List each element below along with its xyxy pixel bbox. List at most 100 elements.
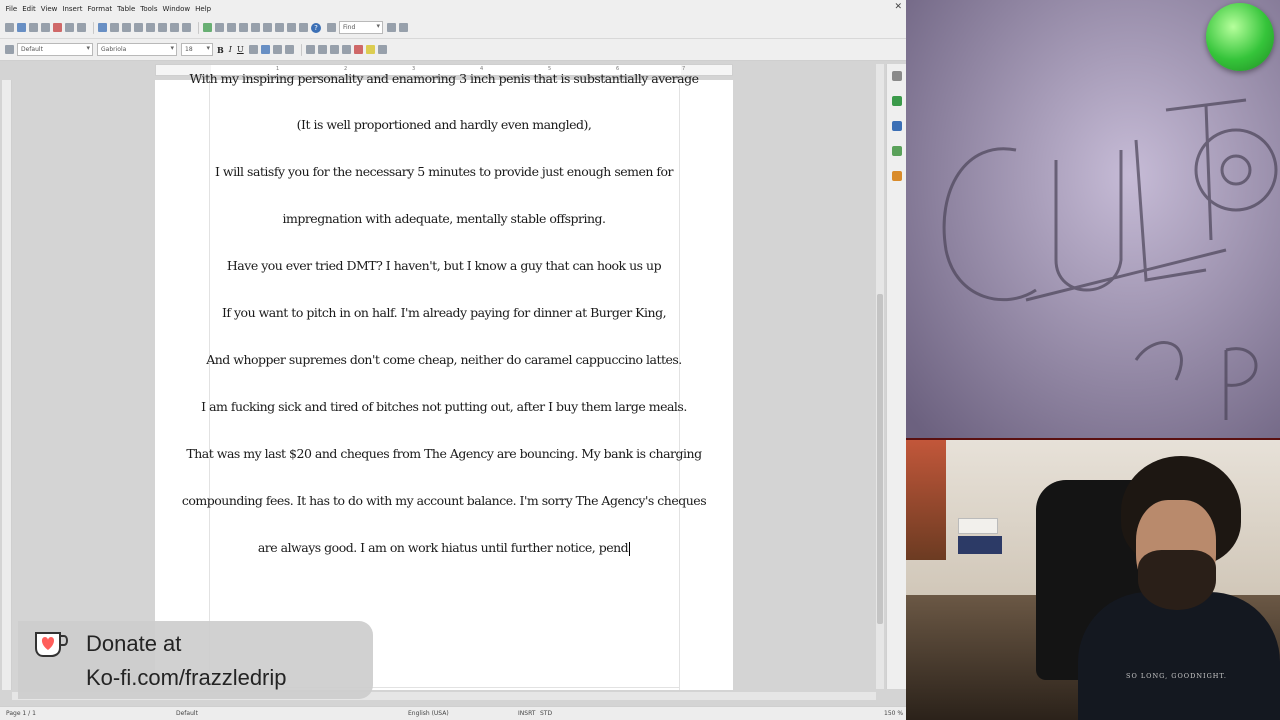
paragraph-style-select[interactable]: Default [17,43,93,56]
menu-format[interactable]: Format [85,5,115,13]
underline-button[interactable]: U [237,45,244,54]
language-indicator[interactable]: English (USA) [408,710,449,717]
blue-box [958,536,1002,554]
scrollbar-thumb[interactable] [877,294,883,624]
gallery-icon[interactable] [263,23,272,32]
font-name-select[interactable]: Gabriola [97,43,177,56]
artwork-camera-view [906,0,1280,438]
decrease-indent-icon[interactable] [329,45,339,54]
sidebar-menu-icon[interactable] [891,71,902,81]
autospell-icon[interactable] [110,23,119,32]
document-line: I will satisfy you for the necessary 5 m… [214,164,674,179]
email-icon[interactable] [41,23,50,32]
donation-overlay[interactable]: Donate at Ko-fi.com/frazzledrip [18,621,373,699]
selection-mode[interactable]: STD [540,710,552,717]
menu-insert[interactable]: Insert [60,5,85,13]
formatting-toolbar: Default Gabriola 18 B I U [0,39,906,61]
live-indicator-icon [1206,3,1274,71]
align-center-icon[interactable] [260,45,270,54]
table-icon[interactable] [215,23,224,32]
document-line: compounding fees. It has to do with my a… [181,493,707,508]
standard-toolbar: ? Find [0,17,906,39]
redo-icon[interactable] [182,23,191,32]
background-color-icon[interactable] [377,45,387,54]
italic-button[interactable]: I [229,45,232,54]
shelf [906,440,946,560]
separator [198,21,199,34]
find-replace-icon[interactable] [239,23,248,32]
help-icon[interactable]: ? [311,22,321,33]
properties-icon[interactable] [891,96,902,106]
styles-sidebar-icon[interactable] [891,121,902,131]
new-document-icon[interactable] [5,23,14,32]
zoom-icon[interactable] [299,23,308,32]
menu-file[interactable]: File [3,5,20,13]
screen: File Edit View Insert Format Table Tools… [0,0,1280,720]
menu-window[interactable]: Window [160,5,193,13]
save-icon[interactable] [29,23,38,32]
gallery-sidebar-icon[interactable] [891,146,902,156]
whats-this-icon[interactable] [327,23,336,32]
shirt-print: SO LONG, GOODNIGHT. [1126,672,1227,680]
drawn-letter-t [1165,98,1247,241]
menu-tools[interactable]: Tools [138,5,160,13]
vertical-scrollbar[interactable] [876,64,884,689]
find-next-icon[interactable] [387,23,396,32]
document-line-current: are always good. I am on work hiatus unt… [155,540,733,556]
paste-icon[interactable] [146,23,155,32]
writer-window: File Edit View Insert Format Table Tools… [0,0,906,720]
document-line-text: are always good. I am on work hiatus unt… [257,540,629,555]
draw-icon[interactable] [227,23,236,32]
navigator-icon[interactable] [251,23,260,32]
font-size-select[interactable]: 18 [181,43,213,56]
print-preview-icon[interactable] [77,23,86,32]
menu-edit[interactable]: Edit [20,5,39,13]
document-page[interactable]: With my inspiring personality and enamor… [155,71,733,690]
insert-mode[interactable]: INSRT [518,710,535,717]
document-line: With my inspiring personality and enamor… [189,71,699,86]
data-sources-icon[interactable] [275,23,284,32]
document-line: Have you ever tried DMT? I haven't, but … [226,258,662,273]
align-right-icon[interactable] [272,45,282,54]
menu-bar: File Edit View Insert Format Table Tools… [0,0,906,17]
export-pdf-icon[interactable] [53,23,62,32]
undo-icon[interactable] [170,23,179,32]
numbering-icon[interactable] [305,45,315,54]
bullets-icon[interactable] [317,45,327,54]
navigator-sidebar-icon[interactable] [891,171,902,181]
document-line: impregnation with adequate, mentally sta… [282,211,606,226]
justify-icon[interactable] [284,45,294,54]
print-icon[interactable] [65,23,74,32]
bold-button[interactable]: B [217,45,224,55]
increase-indent-icon[interactable] [341,45,351,54]
document-line: If you want to pitch in on half. I'm alr… [221,305,667,320]
styles-icon[interactable] [5,45,14,54]
clone-format-icon[interactable] [158,23,167,32]
donate-link[interactable]: Ko-fi.com/frazzledrip [86,665,287,691]
menu-view[interactable]: View [38,5,60,13]
align-left-icon[interactable] [248,45,258,54]
cut-icon[interactable] [122,23,131,32]
zoom-level[interactable]: 150 % [884,710,903,717]
text-cursor [629,541,631,556]
open-icon[interactable] [17,23,26,32]
spellcheck-icon[interactable] [98,23,107,32]
nonprinting-characters-icon[interactable] [287,23,296,32]
menu-table[interactable]: Table [115,5,138,13]
vertical-ruler [2,80,12,690]
find-previous-icon[interactable] [399,23,408,32]
copy-icon[interactable] [134,23,143,32]
highlight-icon[interactable] [365,45,375,54]
hyperlink-icon[interactable] [203,23,212,32]
separator [300,43,302,56]
document-line: That was my last $20 and cheques from Th… [186,446,702,461]
menu-help[interactable]: Help [193,5,214,13]
page-style[interactable]: Default [176,710,198,717]
find-input[interactable]: Find [339,21,383,34]
drawn-letter-p [1224,347,1258,420]
close-document-icon[interactable]: ✕ [894,2,902,12]
document-line: (It is well proportioned and hardly even… [296,117,592,132]
person-shirt [1078,592,1280,720]
font-color-icon[interactable] [353,45,363,54]
document-line: And whopper supremes don't come cheap, n… [206,352,682,367]
